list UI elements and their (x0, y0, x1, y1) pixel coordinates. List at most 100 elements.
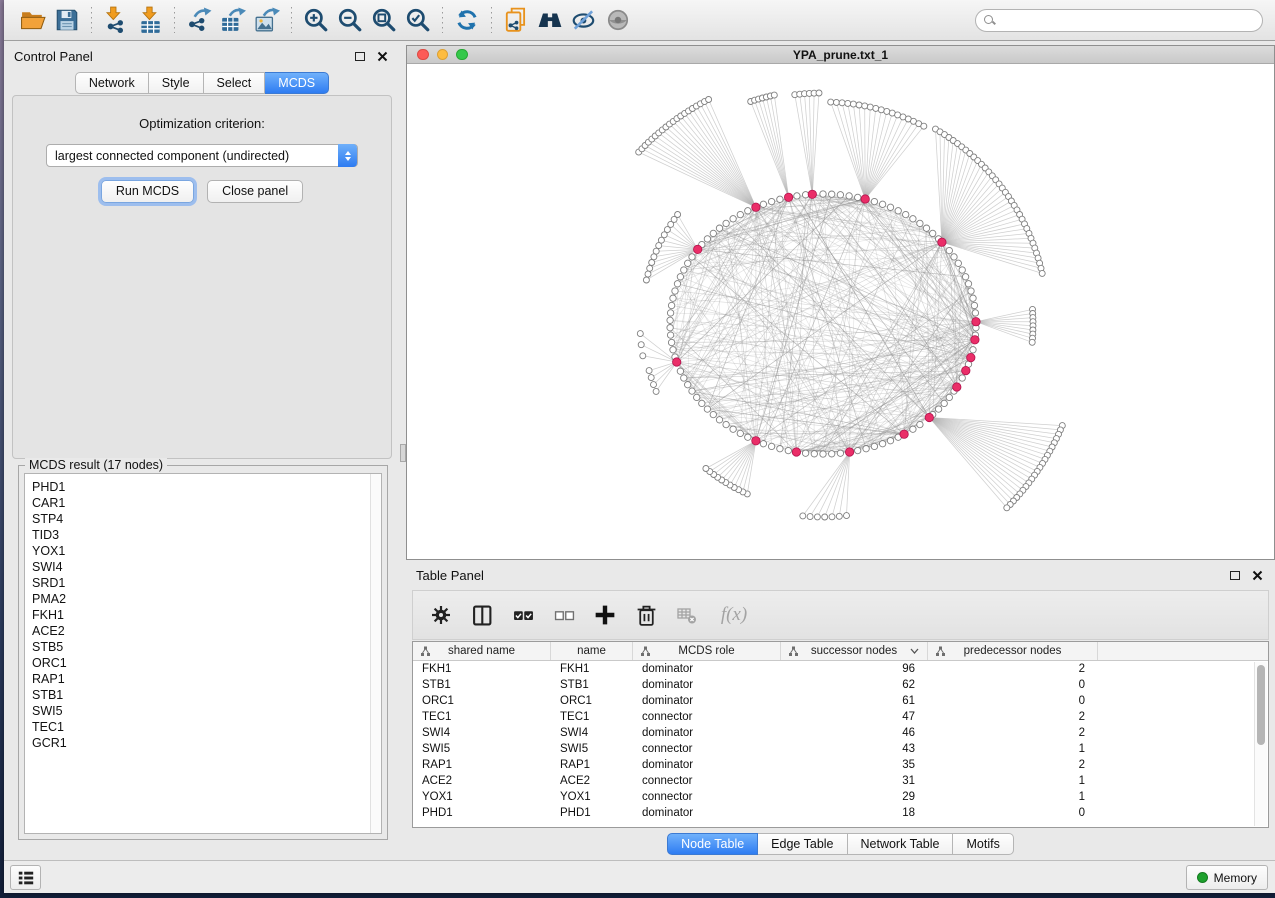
mcds-result-list[interactable]: PHD1CAR1STP4TID3YOX1SWI4SRD1PMA2FKH1ACE2… (24, 473, 382, 834)
mcds-hub-node[interactable] (938, 238, 946, 246)
float-panel-icon[interactable] (1227, 567, 1243, 583)
mcds-result-item[interactable]: TID3 (32, 527, 381, 543)
float-panel-icon[interactable] (352, 48, 368, 64)
task-history-button[interactable] (10, 865, 41, 890)
mcds-hub-node[interactable] (752, 437, 760, 445)
table-row-SWI4[interactable]: SWI4SWI4dominator462 (413, 725, 1268, 741)
mcds-hub-node[interactable] (900, 430, 908, 438)
mcds-result-item[interactable]: ACE2 (32, 623, 381, 639)
table-row-STB1[interactable]: STB1STB1dominator620 (413, 677, 1268, 693)
search-input[interactable] (1000, 13, 1254, 27)
mcds-hub-node[interactable] (971, 336, 979, 344)
table-scrollbar[interactable] (1254, 662, 1267, 826)
open-file-button[interactable] (16, 4, 50, 36)
table-row-FKH1[interactable]: FKH1FKH1dominator962 (413, 661, 1268, 677)
table-settings-gear-button[interactable] (429, 603, 453, 627)
tab-select[interactable]: Select (204, 72, 266, 94)
export-network-button[interactable] (182, 4, 216, 36)
table-row-ORC1[interactable]: ORC1ORC1dominator610 (413, 693, 1268, 709)
column-header-shared-name[interactable]: shared name (413, 642, 551, 660)
mcds-hub-node[interactable] (784, 193, 792, 201)
network-window-titlebar[interactable]: YPA_prune.txt_1 (407, 46, 1274, 64)
optimization-criterion-dropdown[interactable]: largest connected component (undirected) (46, 144, 358, 167)
import-network-button[interactable] (99, 4, 133, 36)
mcds-result-item[interactable]: SWI4 (32, 559, 381, 575)
mcds-hub-node[interactable] (673, 358, 681, 366)
mcds-result-item[interactable]: ORC1 (32, 655, 381, 671)
mcds-result-item[interactable]: RAP1 (32, 671, 381, 687)
zoom-fit-button[interactable] (367, 4, 401, 36)
mcds-result-item[interactable]: STB5 (32, 639, 381, 655)
mcds-hub-node[interactable] (752, 203, 760, 211)
tab-network[interactable]: Network (75, 72, 149, 94)
mcds-hub-node[interactable] (967, 353, 975, 361)
mcds-result-item[interactable]: STP4 (32, 511, 381, 527)
delete-column-button[interactable] (634, 603, 658, 627)
column-header-MCDS-role[interactable]: MCDS role (633, 642, 781, 660)
show-graphics-button[interactable] (601, 4, 635, 36)
tab-edge-table[interactable]: Edge Table (758, 833, 847, 855)
control-panel: Control Panel NetworkStyleSelectMCDS Opt… (4, 44, 400, 860)
search-binoculars-button[interactable] (533, 4, 567, 36)
mcds-result-item[interactable]: SRD1 (32, 575, 381, 591)
tab-mcds[interactable]: MCDS (265, 72, 329, 94)
mcds-result-item[interactable]: CAR1 (32, 495, 381, 511)
close-panel-button[interactable]: Close panel (207, 180, 303, 203)
column-header-successor-nodes[interactable]: successor nodes (781, 642, 928, 660)
import-table-button[interactable] (133, 4, 167, 36)
mcds-hub-node[interactable] (845, 448, 853, 456)
table-row-PHD1[interactable]: PHD1PHD1dominator180 (413, 805, 1268, 821)
mcds-hub-node[interactable] (792, 448, 800, 456)
zoom-fit-icon (371, 7, 397, 33)
mcds-result-item[interactable]: SWI5 (32, 703, 381, 719)
mcds-hub-node[interactable] (972, 318, 980, 326)
zoom-in-button[interactable] (299, 4, 333, 36)
show-columns-button[interactable] (470, 603, 494, 627)
mcds-hub-node[interactable] (861, 195, 869, 203)
refresh-layout-button[interactable] (450, 4, 484, 36)
export-table-button[interactable] (216, 4, 250, 36)
tab-node-table[interactable]: Node Table (667, 833, 758, 855)
mcds-result-item[interactable]: PHD1 (32, 479, 381, 495)
network-graph[interactable] (407, 65, 1274, 559)
table-scrollbar-thumb[interactable] (1257, 665, 1265, 745)
mcds-hub-node[interactable] (962, 366, 970, 374)
export-image-button[interactable] (250, 4, 284, 36)
table-row-SWI5[interactable]: SWI5SWI5connector431 (413, 741, 1268, 757)
mcds-hub-node[interactable] (694, 245, 702, 253)
mcds-hub-node[interactable] (808, 190, 816, 198)
network-canvas[interactable] (407, 65, 1274, 559)
tab-network-table[interactable]: Network Table (848, 833, 954, 855)
select-all-button[interactable] (511, 603, 535, 627)
table-row-YOX1[interactable]: YOX1YOX1connector291 (413, 789, 1268, 805)
tab-motifs[interactable]: Motifs (953, 833, 1013, 855)
mcds-hub-node[interactable] (925, 413, 933, 421)
mcds-result-item[interactable]: FKH1 (32, 607, 381, 623)
zoom-out-button[interactable] (333, 4, 367, 36)
clone-network-button[interactable] (499, 4, 533, 36)
mcds-result-item[interactable]: TEC1 (32, 719, 381, 735)
table-cell: connector (633, 741, 781, 757)
table-row-RAP1[interactable]: RAP1RAP1dominator352 (413, 757, 1268, 773)
close-panel-icon[interactable] (1249, 567, 1265, 583)
table-row-ACE2[interactable]: ACE2ACE2connector311 (413, 773, 1268, 789)
zoom-selected-button[interactable] (401, 4, 435, 36)
deselect-all-button[interactable] (552, 603, 576, 627)
memory-button[interactable]: Memory (1186, 865, 1268, 890)
table-row-TEC1[interactable]: TEC1TEC1connector472 (413, 709, 1268, 725)
mcds-result-item[interactable]: GCR1 (32, 735, 381, 751)
result-list-scrollbar[interactable] (370, 474, 381, 833)
close-panel-icon[interactable] (374, 48, 390, 64)
mcds-result-item[interactable]: YOX1 (32, 543, 381, 559)
column-header-predecessor-nodes[interactable]: predecessor nodes (928, 642, 1098, 660)
add-column-button[interactable] (593, 603, 617, 627)
save-session-button[interactable] (50, 4, 84, 36)
node-table[interactable]: shared namenameMCDS rolesuccessor nodesp… (412, 641, 1269, 828)
column-header-name[interactable]: name (551, 642, 633, 660)
run-mcds-button[interactable]: Run MCDS (101, 180, 194, 203)
tab-style[interactable]: Style (149, 72, 204, 94)
mcds-result-item[interactable]: STB1 (32, 687, 381, 703)
hide-graphics-button[interactable] (567, 4, 601, 36)
mcds-result-item[interactable]: PMA2 (32, 591, 381, 607)
mcds-hub-node[interactable] (953, 383, 961, 391)
